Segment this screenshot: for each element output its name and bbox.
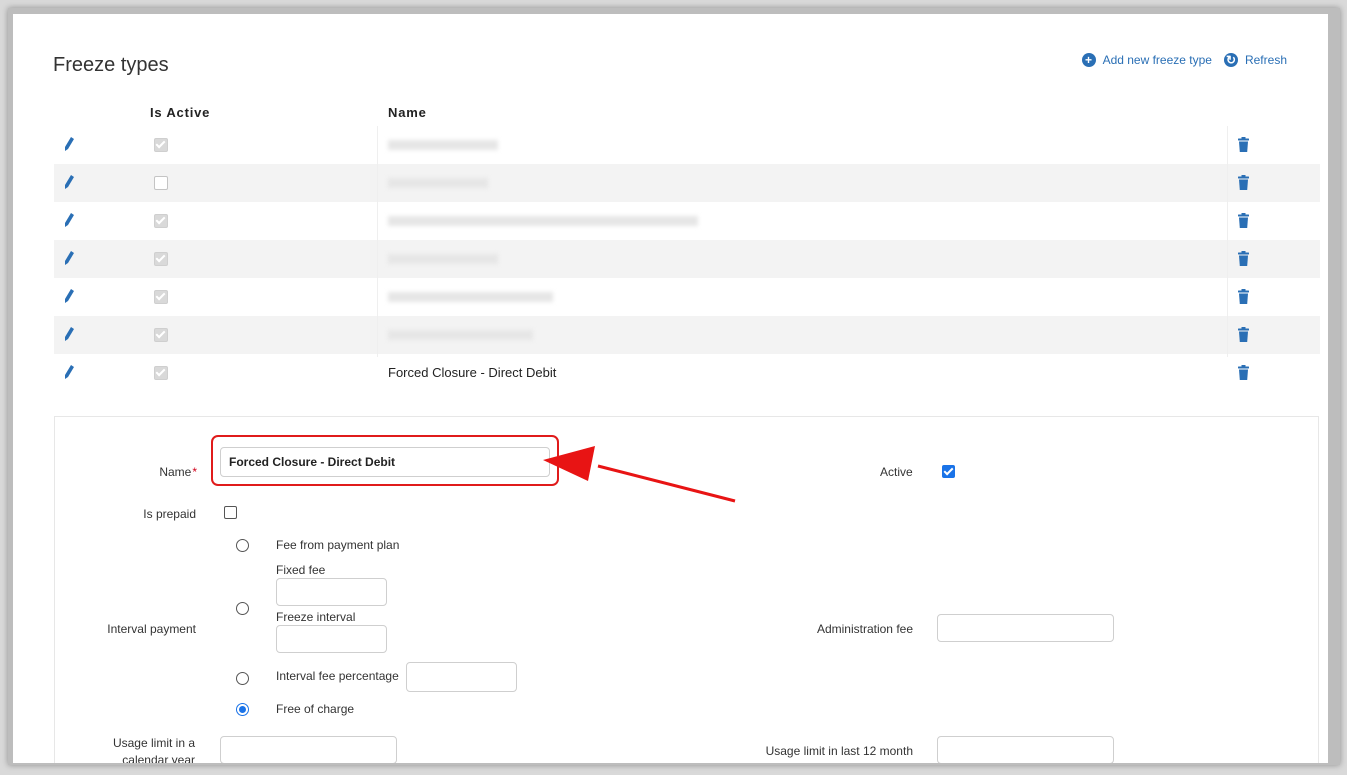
annotation-arrow (543, 446, 736, 503)
arrow-head-icon (543, 446, 595, 481)
freeze-types-panel: Freeze types + Add new freeze type ↻ Ref… (13, 14, 1328, 763)
